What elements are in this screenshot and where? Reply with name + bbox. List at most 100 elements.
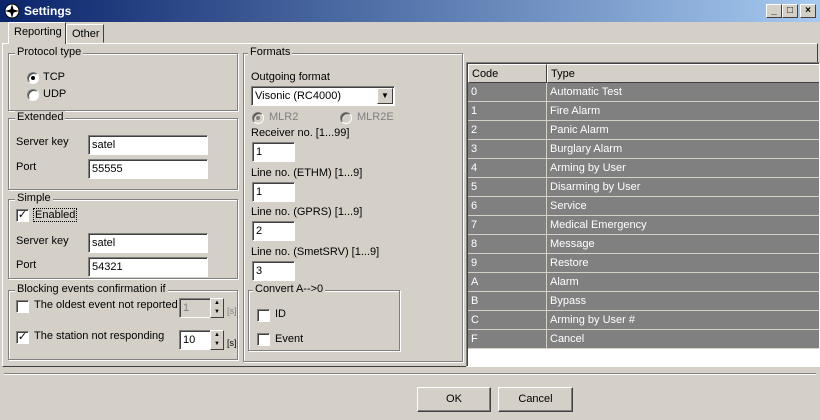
- table-row[interactable]: F Cancel: [468, 330, 819, 349]
- station-not-responding-checkbox[interactable]: ✓: [16, 331, 29, 344]
- code-cell[interactable]: 0: [468, 83, 547, 102]
- spin-up-icon[interactable]: ▲: [211, 331, 223, 340]
- extended-port-label: Port: [16, 161, 37, 173]
- formats-title: Formats: [248, 46, 293, 58]
- oldest-event-spinner[interactable]: ▲ ▼: [210, 298, 224, 318]
- table-row[interactable]: 3 Burglary Alarm: [468, 140, 819, 159]
- station-not-responding-unit: [s]: [227, 338, 237, 348]
- oldest-event-checkbox[interactable]: [16, 300, 29, 313]
- event-code-grid[interactable]: Code Type 0 Automatic Test 1 Fire Alarm 2 Pan…: [466, 62, 820, 367]
- spin-down-icon[interactable]: ▼: [211, 308, 223, 317]
- extended-server-key-label: Server key: [16, 136, 69, 148]
- convert-event-label: Event: [275, 333, 304, 345]
- code-cell[interactable]: F: [468, 330, 547, 349]
- type-cell[interactable]: Burglary Alarm: [547, 140, 819, 159]
- chevron-down-icon[interactable]: ▼: [377, 88, 393, 104]
- mlr2-label: MLR2: [269, 111, 299, 123]
- line-gprs-label: Line no. (GPRS) [1...9]: [251, 206, 363, 218]
- table-row[interactable]: 8 Message: [468, 235, 819, 254]
- tab-other[interactable]: Other: [66, 24, 104, 43]
- station-not-responding-label: The station not responding: [34, 330, 165, 342]
- grid-header: Code Type: [468, 64, 819, 83]
- table-row[interactable]: 6 Service: [468, 197, 819, 216]
- table-row[interactable]: 0 Automatic Test: [468, 83, 819, 102]
- simple-server-key-input[interactable]: satel: [88, 233, 208, 253]
- code-cell[interactable]: 8: [468, 235, 547, 254]
- convert-group: [248, 290, 400, 351]
- code-cell[interactable]: A: [468, 273, 547, 292]
- type-cell[interactable]: Panic Alarm: [547, 121, 819, 140]
- code-cell[interactable]: 3: [468, 140, 547, 159]
- udp-label: UDP: [43, 88, 67, 100]
- maximize-button[interactable]: □: [782, 4, 798, 18]
- simple-enabled-checkbox[interactable]: ✓: [16, 209, 29, 222]
- mlr2-radio[interactable]: [252, 112, 264, 124]
- line-ethm-label: Line no. (ETHM) [1...9]: [251, 167, 363, 179]
- minimize-button[interactable]: _: [766, 4, 782, 18]
- code-cell[interactable]: 4: [468, 159, 547, 178]
- code-cell[interactable]: 9: [468, 254, 547, 273]
- code-cell[interactable]: 5: [468, 178, 547, 197]
- code-cell[interactable]: 2: [468, 121, 547, 140]
- type-cell[interactable]: Automatic Test: [547, 83, 819, 102]
- udp-radio[interactable]: [27, 89, 39, 101]
- table-row[interactable]: B Bypass: [468, 292, 819, 311]
- convert-id-label: ID: [275, 308, 286, 320]
- table-row[interactable]: 1 Fire Alarm: [468, 102, 819, 121]
- line-smet-input[interactable]: 3: [252, 261, 295, 281]
- type-cell[interactable]: Arming by User: [547, 159, 819, 178]
- type-cell[interactable]: Bypass: [547, 292, 819, 311]
- type-cell[interactable]: Medical Emergency: [547, 216, 819, 235]
- type-cell[interactable]: Cancel: [547, 330, 819, 349]
- column-header-type[interactable]: Type: [547, 64, 819, 83]
- type-cell[interactable]: Message: [547, 235, 819, 254]
- type-cell[interactable]: Disarming by User: [547, 178, 819, 197]
- station-not-responding-input[interactable]: 10: [179, 330, 211, 350]
- code-cell[interactable]: C: [468, 311, 547, 330]
- type-cell[interactable]: Service: [547, 197, 819, 216]
- mlr2e-radio[interactable]: [340, 112, 352, 124]
- cancel-button[interactable]: Cancel: [498, 387, 573, 412]
- outgoing-format-select[interactable]: Visonic (RC4000): [251, 86, 395, 106]
- type-cell[interactable]: Restore: [547, 254, 819, 273]
- table-row[interactable]: 9 Restore: [468, 254, 819, 273]
- simple-enabled-label: Enabled: [33, 208, 78, 222]
- tcp-radio[interactable]: [27, 72, 39, 84]
- code-cell[interactable]: 7: [468, 216, 547, 235]
- column-header-code[interactable]: Code: [468, 64, 547, 83]
- title-bar: Settings _ □ ×: [0, 0, 820, 22]
- code-cell[interactable]: 1: [468, 102, 547, 121]
- simple-port-input[interactable]: 54321: [88, 257, 208, 277]
- type-cell[interactable]: Alarm: [547, 273, 819, 292]
- simple-server-key-label: Server key: [16, 235, 69, 247]
- table-row[interactable]: A Alarm: [468, 273, 819, 292]
- oldest-event-input[interactable]: 1: [179, 298, 211, 318]
- table-row[interactable]: 5 Disarming by User: [468, 178, 819, 197]
- spin-up-icon[interactable]: ▲: [211, 299, 223, 308]
- extended-title: Extended: [15, 111, 66, 123]
- line-smet-label: Line no. (SmetSRV) [1...9]: [251, 246, 380, 258]
- convert-event-checkbox[interactable]: [257, 333, 270, 346]
- close-button[interactable]: ×: [800, 4, 816, 18]
- table-row[interactable]: 7 Medical Emergency: [468, 216, 819, 235]
- table-row[interactable]: C Arming by User #: [468, 311, 819, 330]
- bottom-separator: [4, 373, 816, 375]
- grid-rows: 0 Automatic Test 1 Fire Alarm 2 Panic Alarm 3 B…: [468, 83, 819, 349]
- spin-down-icon[interactable]: ▼: [211, 340, 223, 349]
- extended-port-input[interactable]: 55555: [88, 159, 208, 179]
- line-gprs-input[interactable]: 2: [252, 221, 295, 241]
- type-cell[interactable]: Fire Alarm: [547, 102, 819, 121]
- line-ethm-input[interactable]: 1: [252, 182, 295, 202]
- extended-server-key-input[interactable]: satel: [88, 135, 208, 155]
- convert-id-checkbox[interactable]: [257, 309, 270, 322]
- code-cell[interactable]: B: [468, 292, 547, 311]
- tab-reporting[interactable]: Reporting: [8, 22, 66, 44]
- station-not-responding-spinner[interactable]: ▲ ▼: [210, 330, 224, 350]
- code-cell[interactable]: 6: [468, 197, 547, 216]
- ok-button[interactable]: OK: [417, 387, 491, 412]
- table-row[interactable]: 4 Arming by User: [468, 159, 819, 178]
- table-row[interactable]: 2 Panic Alarm: [468, 121, 819, 140]
- receiver-no-input[interactable]: 1: [252, 142, 295, 162]
- protocol-type-title: Protocol type: [15, 46, 84, 58]
- type-cell[interactable]: Arming by User #: [547, 311, 819, 330]
